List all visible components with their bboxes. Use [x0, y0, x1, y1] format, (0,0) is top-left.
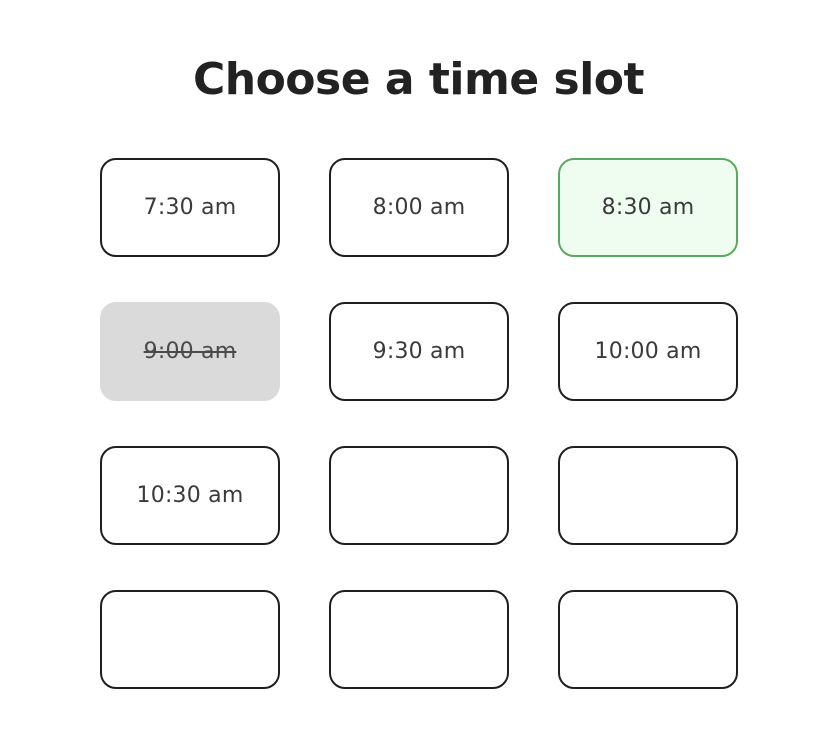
time-slot-label: 9:30 am [372, 339, 466, 364]
empty-time-slot[interactable] [558, 590, 738, 689]
time-slot[interactable]: 7:30 am [100, 158, 280, 257]
page-title: Choose a time slot [192, 54, 645, 105]
time-slot[interactable]: 9:30 am [329, 302, 509, 401]
time-slot-label: 9:00 am [143, 339, 237, 364]
empty-time-slot[interactable] [558, 446, 738, 545]
time-slot-label: 8:00 am [372, 195, 466, 220]
empty-time-slot[interactable] [329, 590, 509, 689]
time-slot-label: 10:00 am [594, 339, 702, 364]
time-slot-label: 8:30 am [601, 195, 695, 220]
time-slot: 9:00 am [100, 302, 280, 401]
time-slot-label: 10:30 am [136, 483, 244, 508]
time-slot[interactable]: 10:00 am [558, 302, 738, 401]
time-slot-label: 7:30 am [143, 195, 237, 220]
time-slot[interactable]: 8:30 am [558, 158, 738, 257]
time-slot-grid: 7:30 am 8:00 am 8:30 am 9:00 am 9:30 am … [100, 158, 738, 689]
empty-time-slot[interactable] [100, 590, 280, 689]
time-slot[interactable]: 10:30 am [100, 446, 280, 545]
empty-time-slot[interactable] [329, 446, 509, 545]
time-slot[interactable]: 8:00 am [329, 158, 509, 257]
